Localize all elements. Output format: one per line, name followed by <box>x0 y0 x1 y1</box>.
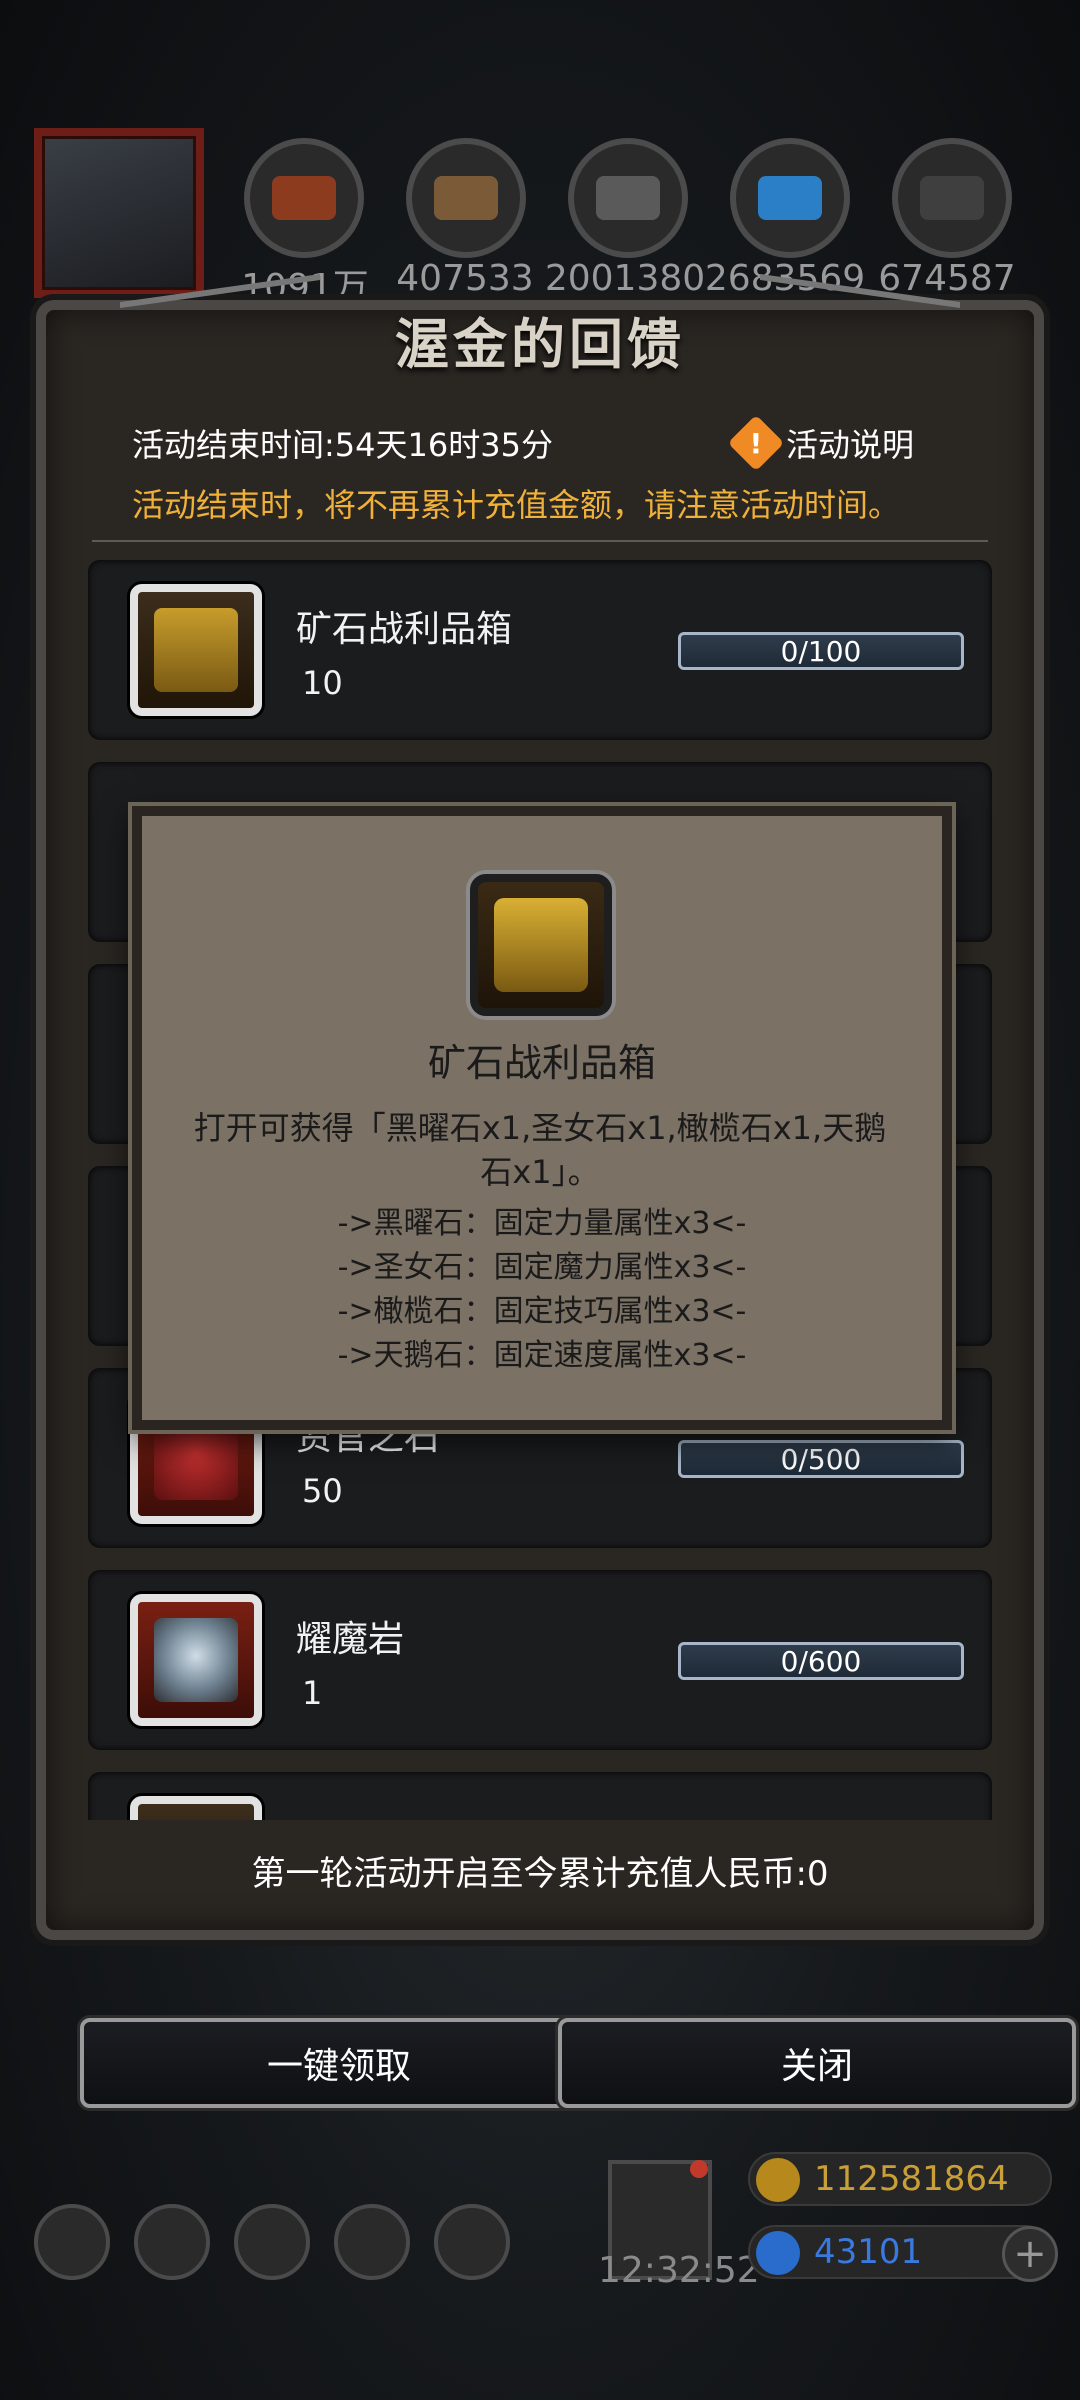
add-gems-button[interactable]: + <box>1002 2226 1058 2282</box>
gem-amount: 43101 <box>814 2232 923 2272</box>
reward-qty: 1 <box>302 1674 323 1712</box>
popup-detail-line: ->天鹅石：固定速度属性x3<- <box>337 1338 747 1373</box>
gold-balance: 112581864 <box>748 2152 1052 2206</box>
reward-row[interactable]: 矿石战利品箱 10 0/100 <box>88 560 992 740</box>
portrait-avatar[interactable] <box>34 128 204 298</box>
claim-all-button[interactable]: 一键领取 <box>80 2018 598 2108</box>
settings-icon[interactable] <box>34 2204 110 2280</box>
reward-progress: 0/100 <box>678 632 964 670</box>
copper-resource-icon[interactable] <box>244 138 364 258</box>
crystal-shard-icon[interactable] <box>130 1594 262 1726</box>
crystal-resource-icon[interactable] <box>730 138 850 258</box>
reward-name: 矿石战利品箱 <box>296 609 513 650</box>
close-button[interactable]: 关闭 <box>558 2018 1076 2108</box>
mail-icon[interactable] <box>334 2204 410 2280</box>
event-explain-button[interactable]: ! 活动说明 <box>727 414 915 472</box>
reward-qty: 50 <box>302 1472 343 1510</box>
wood-count: 407533 <box>396 258 534 299</box>
clock-time: 12:32:52 <box>598 2250 760 2291</box>
popup-description: 打开可获得「黑曜石x1,圣女石x1,橄榄石x1,天鹅石x1」。 <box>193 1109 887 1191</box>
event-notice: 活动结束时，将不再累计充值金额，请注意活动时间。 <box>132 486 901 524</box>
popup-detail-line: ->圣女石：固定魔力属性x3<- <box>337 1250 747 1285</box>
popup-detail-line: ->黑曜石：固定力量属性x3<- <box>337 1206 747 1241</box>
reward-progress: 0/500 <box>678 1440 964 1478</box>
reward-row[interactable]: 耀魔岩 1 0/600 <box>88 1570 992 1750</box>
panel-title: 渥金的回馈 <box>395 312 685 376</box>
notification-dot <box>690 2160 708 2178</box>
event-end-time: 活动结束时间:54天16时35分 <box>132 426 553 464</box>
treasure-chest-icon <box>470 874 612 1016</box>
star-icon[interactable] <box>134 2204 210 2280</box>
warning-icon: ! <box>727 414 785 472</box>
reward-row[interactable] <box>88 1772 992 1820</box>
popup-title: 矿石战利品箱 <box>427 1041 656 1085</box>
popup-detail-line: ->橄榄石：固定技巧属性x3<- <box>337 1294 747 1329</box>
reward-qty: 10 <box>302 664 343 702</box>
iron-count: 2001380 <box>544 258 706 299</box>
steel-resource-icon[interactable] <box>892 138 1012 258</box>
iron-resource-icon[interactable] <box>568 138 688 258</box>
shop-icon[interactable] <box>434 2204 510 2280</box>
recharge-summary: 第一轮活动开启至今累计充值人民币:0 <box>251 1854 829 1894</box>
event-explain-label: 活动说明 <box>786 426 915 464</box>
treasure-chest-icon[interactable] <box>130 584 262 716</box>
treasure-chest-icon[interactable] <box>130 1796 262 1820</box>
reward-name: 耀魔岩 <box>296 1619 405 1660</box>
map-icon[interactable] <box>234 2204 310 2280</box>
wood-resource-icon[interactable] <box>406 138 526 258</box>
divider <box>92 540 988 542</box>
gold-amount: 112581864 <box>814 2159 1009 2199</box>
reward-progress: 0/600 <box>678 1642 964 1680</box>
